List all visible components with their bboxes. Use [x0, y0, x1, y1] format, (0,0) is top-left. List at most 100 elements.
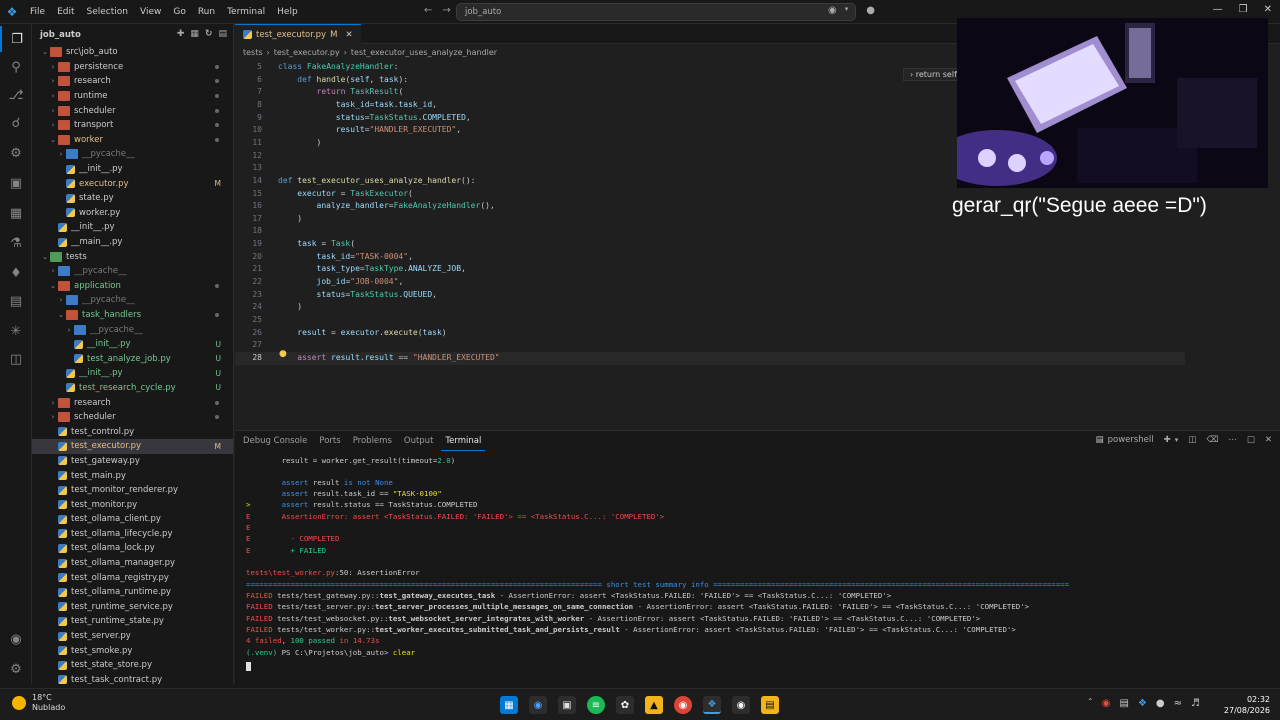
tree-item[interactable]: › transport — [32, 118, 233, 133]
tree-item[interactable]: test_state_store.py — [32, 658, 233, 673]
docker-icon[interactable]: ▤ — [0, 288, 32, 314]
vscode-taskbar-icon[interactable]: ❖ — [703, 696, 721, 714]
terminal-output[interactable]: result = worker.get_result(timeout=2.0) … — [235, 455, 1280, 683]
tree-item[interactable]: __init__.py U — [32, 366, 233, 381]
menu-run[interactable]: Run — [192, 0, 221, 24]
tree-item[interactable]: › scheduler — [32, 103, 233, 118]
menu-go[interactable]: Go — [167, 0, 191, 24]
tree-item[interactable]: test_ollama_manager.py — [32, 556, 233, 571]
tree-item[interactable]: › research — [32, 74, 233, 89]
wifi-icon[interactable]: ≈ — [1174, 698, 1182, 709]
debug-icon[interactable]: ⚙ — [0, 140, 32, 166]
tree-item[interactable]: ⌄ application — [32, 279, 233, 294]
new-folder-icon[interactable]: ▦ — [190, 29, 199, 39]
menu-file[interactable]: File — [24, 0, 51, 24]
tree-item[interactable]: › __pycache__ — [32, 293, 233, 308]
spotify-icon[interactable]: ≡ — [587, 696, 605, 714]
lightbulb-icon[interactable]: ● — [279, 349, 287, 359]
clock[interactable]: 02:32 27/08/2026 — [1224, 694, 1270, 716]
code-line[interactable]: 19 task = Task( — [235, 238, 1280, 251]
code-line[interactable]: 18 — [235, 225, 1280, 238]
edge-icon[interactable]: ◉ — [529, 696, 547, 714]
tree-item[interactable]: test_ollama_runtime.py — [32, 585, 233, 600]
code-line[interactable]: 25 — [235, 314, 1280, 327]
restore-icon[interactable]: ❐ — [1239, 4, 1248, 15]
search-icon[interactable]: ⚲ — [0, 54, 32, 80]
folder-yellow-icon[interactable]: ▲ — [645, 696, 663, 714]
code-line[interactable]: 28 assert result.result == "HANDLER_EXEC… — [235, 351, 1185, 365]
menu-view[interactable]: View — [134, 0, 167, 24]
tree-item[interactable]: › persistence — [32, 60, 233, 75]
tree-item[interactable]: __init__.py — [32, 220, 233, 235]
code-line[interactable]: 20 task_id="TASK-0004", — [235, 251, 1280, 264]
code-line[interactable]: 27 — [235, 339, 1280, 352]
search-files-icon[interactable]: ☌ — [0, 110, 32, 136]
tree-item[interactable]: test_ollama_lifecycle.py — [32, 527, 233, 542]
remote-explorer-icon[interactable]: ▣ — [0, 170, 32, 196]
close-window-icon[interactable]: ✕ — [1264, 4, 1272, 15]
tab-output[interactable]: Output — [400, 431, 438, 451]
tree-item[interactable]: __init__.py — [32, 162, 233, 177]
tree-item[interactable]: test_runtime_service.py — [32, 600, 233, 615]
tree-item[interactable]: test_server.py — [32, 629, 233, 644]
trash-icon[interactable]: ⌫ — [1206, 435, 1218, 445]
code-line[interactable]: 22 job_id="JOB-0004", — [235, 276, 1280, 289]
breadcrumb-item[interactable]: test_executor.py — [274, 48, 340, 57]
back-arrow-icon[interactable]: ← — [424, 5, 432, 16]
chevron-up-icon[interactable]: ˆ — [1088, 698, 1093, 709]
tree-item[interactable]: test_monitor_renderer.py — [32, 483, 233, 498]
extensions-icon[interactable]: ▦ — [0, 200, 32, 226]
tree-item[interactable]: test_research_cycle.py U — [32, 381, 233, 396]
antivirus-icon[interactable]: ◉ — [1102, 698, 1111, 709]
chatgpt-icon[interactable]: ✿ — [616, 696, 634, 714]
account-icon[interactable]: ● — [866, 5, 875, 16]
menu-help[interactable]: Help — [271, 0, 304, 24]
tab-ports[interactable]: Ports — [315, 431, 344, 451]
tab-terminal[interactable]: Terminal — [441, 431, 486, 451]
tree-item[interactable]: test_ollama_lock.py — [32, 541, 233, 556]
tree-item[interactable]: test_main.py — [32, 468, 233, 483]
tree-item[interactable]: › scheduler — [32, 410, 233, 425]
maximize-panel-icon[interactable]: □ — [1247, 435, 1255, 445]
tree-item[interactable]: ⌄ src\job_auto — [32, 45, 233, 60]
source-control-icon[interactable]: ⎇ — [0, 82, 32, 108]
explorer-icon[interactable]: ❐ — [0, 26, 32, 52]
tree-item[interactable]: __init__.py U — [32, 337, 233, 352]
command-center-search[interactable]: job_auto — [456, 3, 856, 21]
vscode-tray-icon[interactable]: ❖ — [1138, 698, 1147, 709]
breadcrumb-item[interactable]: tests — [243, 48, 263, 57]
tree-item[interactable]: test_executor.py M — [32, 439, 233, 454]
chrome-icon[interactable]: ◉ — [674, 696, 692, 714]
tree-item[interactable]: test_runtime_state.py — [32, 614, 233, 629]
breadcrumb-item[interactable]: test_executor_uses_analyze_handler — [351, 48, 497, 57]
copilot-chat-icon[interactable]: ✳ — [0, 318, 32, 344]
split-terminal-icon[interactable]: ◫ — [1188, 435, 1196, 445]
forward-arrow-icon[interactable]: → — [442, 5, 450, 16]
close-panel-icon[interactable]: ✕ — [1265, 435, 1272, 445]
tree-item[interactable]: executor.py M — [32, 176, 233, 191]
refresh-icon[interactable]: ↻ — [205, 29, 213, 39]
tree-item[interactable]: › __pycache__ — [32, 322, 233, 337]
tree-item[interactable]: ⌄ task_handlers — [32, 308, 233, 323]
settings-gear-icon[interactable]: ⚙ — [0, 656, 32, 682]
code-line[interactable]: 24 ) — [235, 301, 1280, 314]
tree-item[interactable]: › research — [32, 395, 233, 410]
tree-item[interactable]: › runtime — [32, 89, 233, 104]
extra-view-icon[interactable]: ◫ — [0, 346, 32, 372]
tree-item[interactable]: › __pycache__ — [32, 264, 233, 279]
tray-app-icon[interactable]: ▤ — [1119, 698, 1128, 709]
tree-item[interactable]: state.py — [32, 191, 233, 206]
more-actions-icon[interactable]: ⋯ — [1228, 435, 1237, 445]
tree-item[interactable]: test_gateway.py — [32, 454, 233, 469]
tree-item[interactable]: test_analyze_job.py U — [32, 351, 233, 366]
tree-item[interactable]: › __pycache__ — [32, 147, 233, 162]
tab-debug-console[interactable]: Debug Console — [239, 431, 311, 451]
tree-item[interactable]: worker.py — [32, 206, 233, 221]
menu-edit[interactable]: Edit — [51, 0, 80, 24]
tree-item[interactable]: ⌄ worker — [32, 133, 233, 148]
file-explorer-icon[interactable]: ▤ — [761, 696, 779, 714]
start-menu-icon[interactable]: ▦ — [500, 696, 518, 714]
tab-test-executor[interactable]: test_executor.py M ✕ — [235, 24, 361, 44]
menu-terminal[interactable]: Terminal — [221, 0, 271, 24]
tree-item[interactable]: ⌄ tests — [32, 249, 233, 264]
